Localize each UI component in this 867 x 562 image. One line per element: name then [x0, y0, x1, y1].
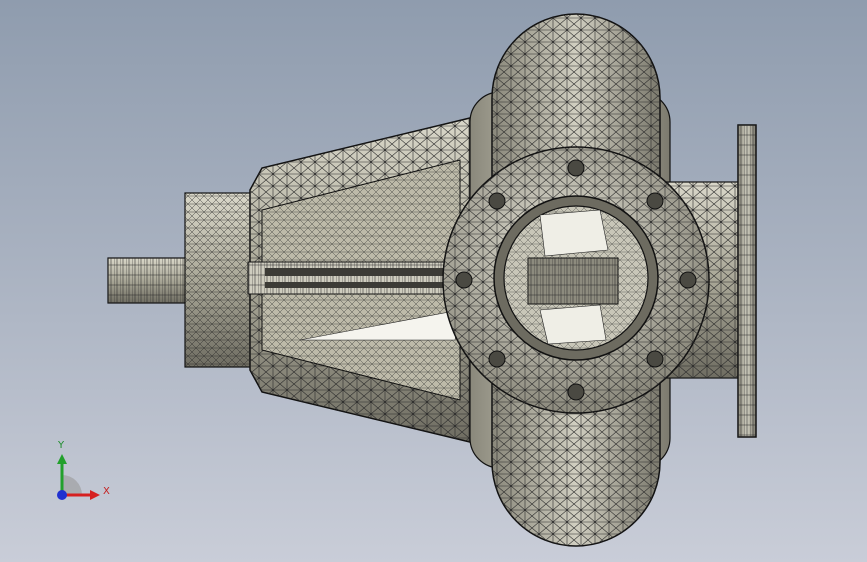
z-axis-icon [57, 490, 67, 500]
coordinate-triad: Y X [48, 440, 118, 510]
shaft [107, 257, 191, 304]
cad-viewport[interactable]: Y X [0, 0, 867, 562]
x-axis-label: X [103, 486, 110, 497]
bearing-housing [184, 192, 256, 368]
suction-flange [442, 146, 710, 414]
y-axis-label: Y [58, 440, 65, 451]
cone-housing [247, 117, 471, 443]
pump-model[interactable] [0, 0, 867, 562]
